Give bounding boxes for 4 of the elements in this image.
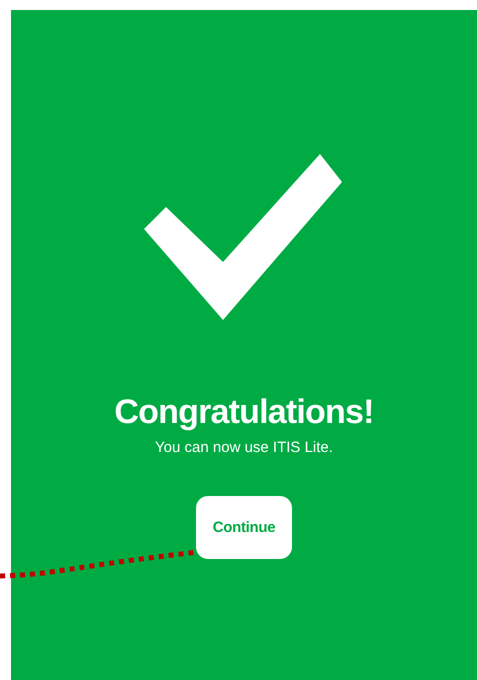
- message: You can now use ITIS Lite.: [155, 438, 333, 458]
- continue-button[interactable]: Continue: [196, 496, 292, 559]
- checkmark-icon: [144, 154, 344, 322]
- title: Congratulations!: [114, 392, 374, 432]
